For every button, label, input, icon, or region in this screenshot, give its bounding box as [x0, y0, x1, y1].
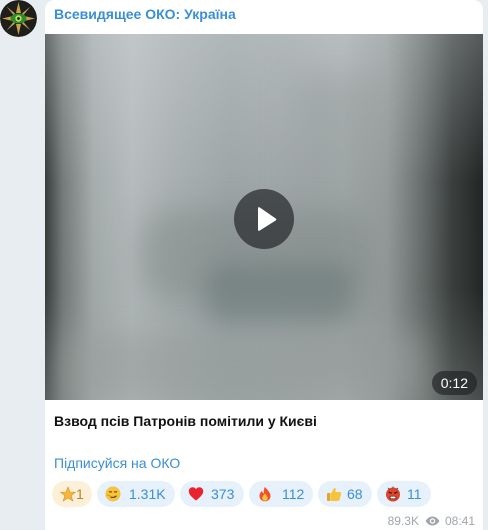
channel-name-link[interactable]: Всевидящее ОКО: Україна — [54, 6, 236, 22]
video-duration: 0:12 — [431, 371, 477, 395]
reaction-count: 373 — [211, 486, 235, 502]
view-count: 89.3K — [387, 513, 419, 528]
reaction-count: 11 — [407, 486, 422, 502]
reaction-thumbs-up[interactable]: 68 — [318, 481, 372, 507]
heart-icon — [188, 487, 204, 501]
eye-logo-icon — [0, 0, 37, 37]
star-icon — [60, 486, 76, 502]
reaction-angry[interactable]: 11 — [377, 481, 431, 507]
reaction-count: 1 — [76, 486, 84, 502]
angry-face-icon — [386, 486, 400, 502]
message-time: 08:41 — [444, 513, 475, 528]
reaction-count: 112 — [282, 486, 305, 502]
reaction-star[interactable]: 1 — [52, 481, 92, 507]
video-frame-detail — [65, 334, 425, 394]
message-bubble: Всевидящее ОКО: Україна 0:12 Взвод псів … — [45, 0, 483, 530]
channel-avatar[interactable] — [0, 0, 37, 37]
video-frame-detail — [205, 264, 355, 324]
smirk-face-icon — [105, 486, 121, 502]
play-icon — [258, 207, 277, 231]
subscribe-link[interactable]: Підписуйся на ОКО — [54, 455, 180, 471]
message-meta: 89.3K 08:41 — [388, 513, 475, 528]
eye-icon — [425, 516, 440, 526]
post-caption: Взвод псів Патронів помітили у Києві — [54, 413, 317, 429]
reaction-count: 68 — [347, 486, 363, 502]
reaction-heart[interactable]: 373 — [180, 481, 244, 507]
reaction-fire[interactable]: 112 — [249, 481, 313, 507]
fire-icon — [259, 486, 271, 502]
thumbs-up-icon — [327, 487, 342, 501]
play-button[interactable] — [234, 189, 294, 249]
reaction-smirk[interactable]: 1.31K — [97, 481, 175, 507]
reaction-count: 1.31K — [129, 486, 166, 502]
video-player[interactable]: 0:12 — [45, 34, 483, 400]
